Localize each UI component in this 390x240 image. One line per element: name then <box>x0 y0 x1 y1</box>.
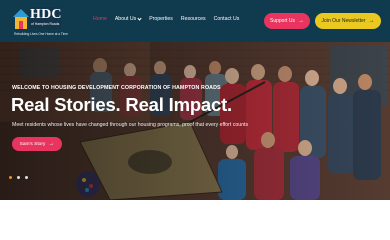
site-header: HDC of Hampton Roads Rebuilding Lives On… <box>0 0 390 42</box>
content-below-hero <box>0 200 390 240</box>
support-us-label: Support Us <box>269 18 295 24</box>
hero-subline: Meet residents whose lives have changed … <box>12 122 249 128</box>
sams-story-button[interactable]: Sam's Story → <box>12 137 62 151</box>
hero-headline: Real Stories. Real Impact. <box>11 94 233 115</box>
slider-dot[interactable] <box>25 176 28 179</box>
logo-wordmark: HDC <box>30 7 62 22</box>
sams-story-label: Sam's Story <box>19 141 46 147</box>
nav-properties[interactable]: Properties <box>149 16 173 22</box>
nav-resources-label: Resources <box>180 16 206 22</box>
site-logo[interactable]: HDC of Hampton Roads Rebuilding Lives On… <box>11 4 68 38</box>
nav-contact-us[interactable]: Contact Us <box>214 16 240 22</box>
support-us-button[interactable]: Support Us → <box>264 13 310 29</box>
nav-about-us[interactable]: About Us <box>114 15 142 22</box>
join-newsletter-label: Join Our Newsletter <box>321 18 366 24</box>
logo-subtitle: of Hampton Roads <box>31 22 60 26</box>
chevron-down-icon <box>137 15 142 21</box>
hero-section: WELCOME TO HOUSING DEVELOPMENT CORPORATI… <box>0 42 390 200</box>
hero-eyebrow: WELCOME TO HOUSING DEVELOPMENT CORPORATI… <box>12 85 221 91</box>
slider-dot[interactable] <box>9 176 12 179</box>
arrow-right-icon: → <box>48 141 55 147</box>
arrow-right-icon: → <box>368 18 375 24</box>
main-nav: Home About Us Properties Resources Conta… <box>93 15 240 22</box>
nav-home[interactable]: Home <box>93 16 107 22</box>
nav-about-label: About Us <box>114 16 137 22</box>
nav-properties-label: Properties <box>149 16 173 22</box>
nav-resources[interactable]: Resources <box>181 16 206 22</box>
hero-overlay <box>0 42 390 200</box>
slider-dots <box>9 176 28 179</box>
nav-contact-label: Contact Us <box>213 16 240 22</box>
slider-dot[interactable] <box>17 176 20 179</box>
page: HDC of Hampton Roads Rebuilding Lives On… <box>0 0 390 240</box>
join-newsletter-button[interactable]: Join Our Newsletter → <box>315 13 381 29</box>
nav-home-label: Home <box>93 16 107 22</box>
logo-tagline: Rebuilding Lives One Home at a Time <box>14 32 68 36</box>
arrow-right-icon: → <box>298 18 304 24</box>
